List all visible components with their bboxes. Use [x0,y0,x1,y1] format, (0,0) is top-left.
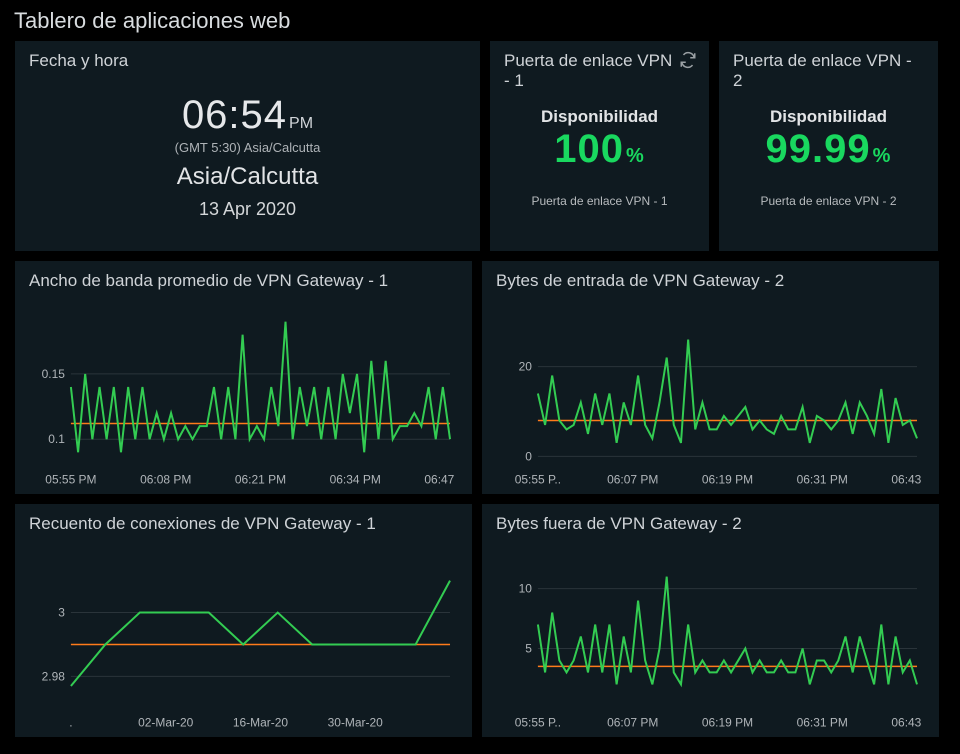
chart-inbytes2-body[interactable]: 0 20 05:55 P.. 06:07 PM 06:19 PM 06:31 PM 06:4… [482,295,939,494]
row-3: Recuento de conexiones de VPN Gateway - … [14,503,946,738]
svg-text:2.98: 2.98 [42,669,66,683]
chart-outbytes2-title: Bytes fuera de VPN Gateway - 2 [482,504,939,538]
datetime-block: 06:54PM (GMT 5:30) Asia/Calcutta Asia/Ca… [15,93,480,220]
chart-bw1-body[interactable]: 0.1 0.15 05:55 PM 06:08 PM 06:21 PM 06:34 PM 0… [15,295,472,494]
timezone-label: (GMT 5:30) Asia/Calcutta [15,140,480,155]
svg-text:06:43 PM: 06:43 PM [891,472,925,486]
kpi2-metric-label: Disponibilidad [719,107,938,127]
kpi1-metric-label: Disponibilidad [490,107,709,127]
kpi2-value: 99.99% [719,127,938,172]
svg-text:20: 20 [519,360,533,374]
panel-kpi1-title: Puerta de enlace VPN - 1 [490,41,709,95]
svg-text:0: 0 [525,449,532,463]
time-display: 06:54PM [15,93,480,138]
time-value: 06:54 [182,93,287,137]
kpi1-sublabel: Puerta de enlace VPN - 1 [490,194,709,208]
date-label: 13 Apr 2020 [15,199,480,220]
svg-text:0.1: 0.1 [48,432,65,446]
time-ampm: PM [289,115,313,132]
svg-text:10: 10 [519,582,533,596]
svg-text:06:19 PM: 06:19 PM [702,472,753,486]
svg-text:05:55 P..: 05:55 P.. [515,715,561,729]
svg-text:30-Mar-20: 30-Mar-20 [328,715,384,729]
svg-text:06:34 PM: 06:34 PM [330,472,381,486]
panel-kpi-vpn1: Puerta de enlace VPN - 1 Disponibilidad … [489,40,710,252]
kpi1-value-num: 100 [554,127,624,171]
kpi2-value-num: 99.99 [766,127,871,171]
svg-text:06:21 PM: 06:21 PM [235,472,286,486]
svg-text:3: 3 [58,606,65,620]
panel-kpi2-title: Puerta de enlace VPN - 2 [719,41,938,95]
svg-text:5: 5 [525,641,532,655]
chart-conn1-body[interactable]: 2.98 3. 02-Mar-20 16-Mar-20 30-Mar-20 [15,538,472,737]
svg-text:06:08 PM: 06:08 PM [140,472,191,486]
row-1: Fecha y hora 06:54PM (GMT 5:30) Asia/Cal… [14,40,946,252]
kpi1-value: 100% [490,127,709,172]
panel-chart-conn1: Recuento de conexiones de VPN Gateway - … [14,503,473,738]
chart-bw1-title: Ancho de banda promedio de VPN Gateway -… [15,261,472,295]
svg-text:06:07 PM: 06:07 PM [607,472,658,486]
panel-chart-inbytes2: Bytes de entrada de VPN Gateway - 2 0200… [481,260,940,495]
chart-conn1-title: Recuento de conexiones de VPN Gateway - … [15,504,472,538]
panel-chart-outbytes2: Bytes fuera de VPN Gateway - 2 5 10 05:55 … [481,503,940,738]
kpi1-pct: % [626,145,645,167]
svg-text:02-Mar-20: 02-Mar-20 [138,715,194,729]
kpi2-sublabel: Puerta de enlace VPN - 2 [719,194,938,208]
chart-inbytes2-title: Bytes de entrada de VPN Gateway - 2 [482,261,939,295]
city-label: Asia/Calcutta [15,163,480,191]
chart-outbytes2-body[interactable]: 5 10 05:55 P.. 06:07 PM 06:19 PM 06:31 PM 06:4… [482,538,939,737]
svg-text:06:47 PM: 06:47 PM [424,472,458,486]
panel-chart-bw1: Ancho de banda promedio de VPN Gateway -… [14,260,473,495]
svg-text:06:31 PM: 06:31 PM [797,472,848,486]
svg-text:05:55 PM: 05:55 PM [45,472,96,486]
svg-text:0.15: 0.15 [42,367,66,381]
svg-text:06:43 PM: 06:43 PM [891,715,925,729]
panel-datetime: Fecha y hora 06:54PM (GMT 5:30) Asia/Cal… [14,40,481,252]
row-2: Ancho de banda promedio de VPN Gateway -… [14,260,946,495]
svg-text:06:31 PM: 06:31 PM [797,715,848,729]
svg-text:06:07 PM: 06:07 PM [607,715,658,729]
svg-text:06:19 PM: 06:19 PM [702,715,753,729]
refresh-icon[interactable] [679,51,697,74]
kpi2-pct: % [873,145,892,167]
panel-datetime-title: Fecha y hora [15,41,480,75]
panel-kpi-vpn2: Puerta de enlace VPN - 2 Disponibilidad … [718,40,939,252]
svg-text:.: . [69,715,72,729]
dashboard-title: Tablero de aplicaciones web [14,8,946,34]
svg-text:05:55 P..: 05:55 P.. [515,472,561,486]
svg-text:16-Mar-20: 16-Mar-20 [233,715,289,729]
